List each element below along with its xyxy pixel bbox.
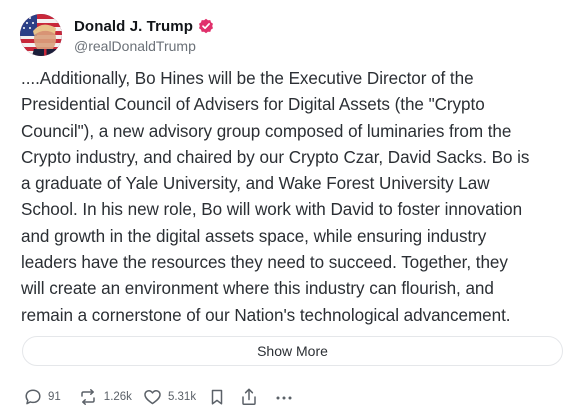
- post-header: Donald J. Trump @realDonaldTrump: [20, 14, 214, 56]
- repost-button[interactable]: 1.26k: [78, 388, 132, 406]
- reply-count: 91: [48, 391, 61, 403]
- comment-bubble-icon: [24, 388, 42, 406]
- handle[interactable]: @realDonaldTrump: [74, 38, 214, 54]
- bookmark-button[interactable]: [209, 388, 225, 406]
- verified-badge-icon: [198, 18, 214, 34]
- like-count: 5.31k: [167, 391, 197, 403]
- truth-post: Donald J. Trump @realDonaldTrump ....Add…: [0, 0, 586, 416]
- display-name[interactable]: Donald J. Trump: [74, 18, 193, 35]
- more-options-button[interactable]: [274, 388, 294, 406]
- show-more-button[interactable]: Show More: [22, 336, 563, 366]
- heart-icon: [143, 388, 162, 406]
- post-text: ....Additionally, Bo Hines will be the E…: [21, 69, 530, 325]
- share-button[interactable]: [240, 387, 258, 407]
- action-bar: 91 1.26k 5.31k: [24, 385, 294, 409]
- author-info: Donald J. Trump @realDonaldTrump: [74, 16, 214, 54]
- name-row: Donald J. Trump: [74, 16, 214, 36]
- avatar[interactable]: [20, 14, 62, 56]
- more-dots-icon: [274, 388, 294, 406]
- reply-button[interactable]: 91: [24, 388, 61, 406]
- avatar-image: [20, 14, 62, 56]
- like-button[interactable]: 5.31k: [143, 388, 196, 406]
- repost-count: 1.26k: [103, 391, 132, 403]
- repost-arrows-icon: [78, 388, 98, 406]
- bookmark-icon: [209, 388, 225, 406]
- share-upload-icon: [240, 387, 258, 407]
